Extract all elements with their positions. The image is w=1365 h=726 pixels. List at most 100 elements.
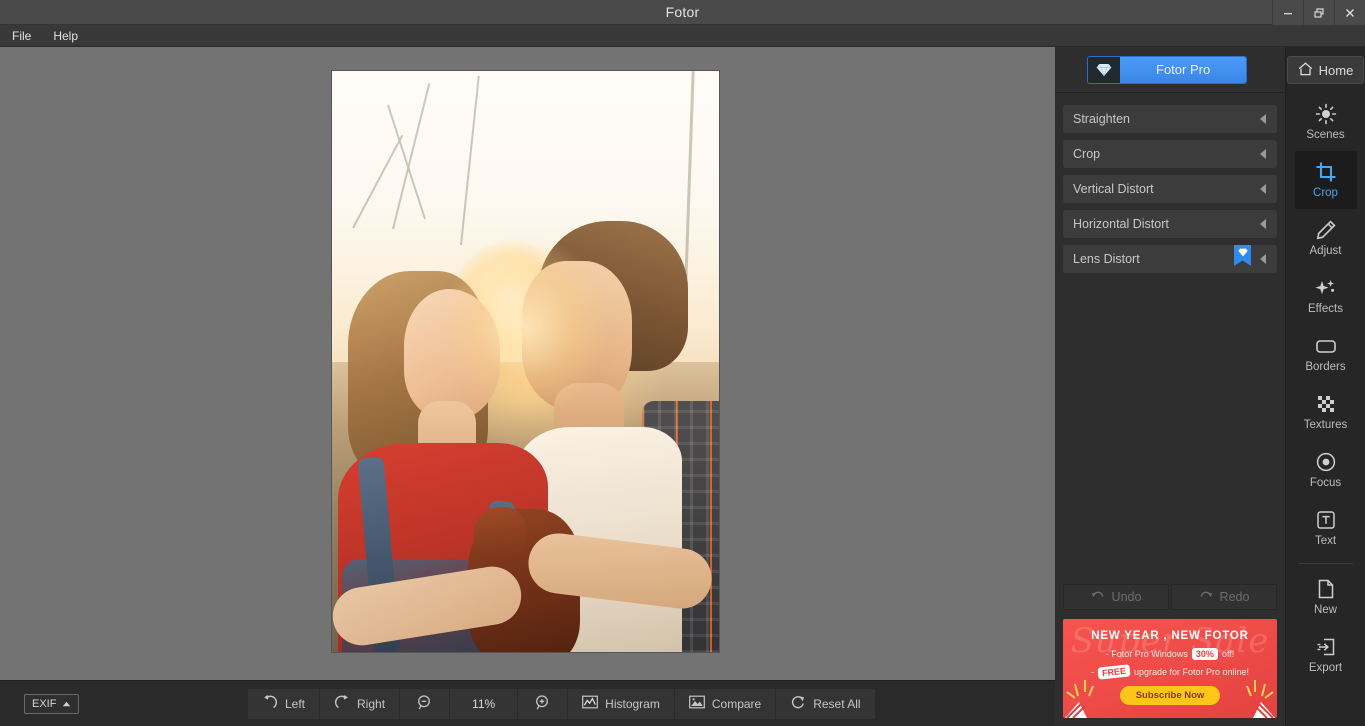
page-icon <box>1315 578 1337 600</box>
canvas-area: EXIF Left Right 11% Histogram Compare Re… <box>0 47 1055 726</box>
menu-item-help[interactable]: Help <box>53 25 90 47</box>
chevron-left-icon <box>1260 114 1266 124</box>
confetti-icon <box>1246 680 1275 718</box>
diamond-icon <box>1088 56 1120 83</box>
fotor-app-window: Fotor File Help EXIF Left Right 11% Hist… <box>0 0 1365 726</box>
title-bar: Fotor <box>0 0 1365 25</box>
chevron-left-icon <box>1260 254 1266 264</box>
zoom-in-button[interactable] <box>518 688 569 719</box>
reset-all-button[interactable]: Reset All <box>776 688 875 719</box>
option-label: Lens Distort <box>1073 252 1140 266</box>
checker-icon <box>1315 393 1337 415</box>
rotate-left-label: Left <box>285 696 306 711</box>
rotate-left-button[interactable]: Left <box>248 688 321 719</box>
tool-label: Scenes <box>1306 129 1345 141</box>
photo-canvas[interactable] <box>332 71 719 652</box>
redo-icon <box>1199 590 1213 605</box>
promo-line2-prefix: - <box>1090 667 1094 677</box>
zoom-out-button[interactable] <box>400 688 451 719</box>
restore-button[interactable] <box>1303 0 1334 25</box>
caret-up-icon <box>62 698 71 710</box>
pro-bar: Fotor Pro <box>1055 47 1285 93</box>
option-row-horizontal-distort[interactable]: Horizontal Distort <box>1063 210 1277 238</box>
rotate-right-icon <box>334 694 350 713</box>
tool-label: Crop <box>1313 187 1338 199</box>
tool-rail: Home Scenes Crop Adjust Effects Borders … <box>1285 47 1365 726</box>
app-body: EXIF Left Right 11% Histogram Compare Re… <box>0 47 1365 726</box>
fotor-pro-label: Fotor Pro <box>1120 56 1247 83</box>
tool-focus[interactable]: Focus <box>1295 441 1357 499</box>
confetti-icon <box>1065 680 1094 718</box>
option-row-lens-distort[interactable]: Lens Distort <box>1063 245 1277 273</box>
redo-label: Redo <box>1219 590 1250 604</box>
subscribe-now-button[interactable]: Subscribe Now <box>1119 686 1221 705</box>
option-row-vertical-distort[interactable]: Vertical Distort <box>1063 175 1277 203</box>
tool-label: Textures <box>1303 419 1348 431</box>
tool-label: Focus <box>1309 477 1342 489</box>
tool-scenes[interactable]: Scenes <box>1295 93 1357 151</box>
option-label: Vertical Distort <box>1073 182 1154 196</box>
promo-line1-suffix: off! <box>1221 649 1235 659</box>
reset-icon <box>790 694 806 713</box>
tool-export[interactable]: Export <box>1295 626 1357 684</box>
promo-free-chip: FREE <box>1097 664 1131 680</box>
reset-all-label: Reset All <box>813 696 861 711</box>
undo-button[interactable]: Undo <box>1063 584 1169 610</box>
undo-icon <box>1091 590 1105 605</box>
tool-text[interactable]: Text <box>1295 499 1357 557</box>
undo-label: Undo <box>1111 590 1142 604</box>
crop-options-list: Straighten Crop Vertical Distort Horizon… <box>1055 93 1285 584</box>
tool-label: Export <box>1308 662 1343 674</box>
option-label: Straighten <box>1073 112 1130 126</box>
tool-effects[interactable]: Effects <box>1295 267 1357 325</box>
home-label: Home <box>1318 62 1354 78</box>
chevron-left-icon <box>1260 184 1266 194</box>
photo-image <box>332 71 719 652</box>
histogram-label: Histogram <box>605 696 660 711</box>
exif-button[interactable]: EXIF <box>24 693 80 714</box>
rotate-left-icon <box>262 694 278 713</box>
promo-line2-suffix: upgrade for Fotor Pro online! <box>1133 667 1250 677</box>
tool-adjust[interactable]: Adjust <box>1295 209 1357 267</box>
compare-label: Compare <box>711 696 762 711</box>
home-icon <box>1298 61 1313 79</box>
page-title: Fotor <box>665 4 700 20</box>
histogram-button[interactable]: Histogram <box>568 688 675 719</box>
promo-banner[interactable]: Super Sale NEW YEAR , NEW FOTOR - Fotor … <box>1063 619 1277 718</box>
chevron-left-icon <box>1260 219 1266 229</box>
window-controls <box>1272 0 1365 25</box>
crop-icon <box>1315 161 1337 183</box>
menu-item-file[interactable]: File <box>12 25 43 47</box>
rotate-right-label: Right <box>357 696 386 711</box>
option-row-crop[interactable]: Crop <box>1063 140 1277 168</box>
options-panel: Fotor Pro Straighten Crop Vertical Disto… <box>1055 47 1285 726</box>
history-bar: Undo Redo <box>1063 584 1277 610</box>
option-row-straighten[interactable]: Straighten <box>1063 105 1277 133</box>
promo-headline: NEW YEAR , NEW FOTOR <box>1091 630 1249 642</box>
view-tool-group: Left Right 11% Histogram Compare Reset A… <box>248 688 875 719</box>
sparkle-icon <box>1314 277 1337 299</box>
minimize-button[interactable] <box>1272 0 1303 25</box>
canvas-stage[interactable] <box>0 47 1055 680</box>
tool-label: Effects <box>1308 303 1343 315</box>
rounded-rect-icon <box>1315 335 1337 357</box>
close-button[interactable] <box>1334 0 1365 25</box>
promo-line-2: - FREE upgrade for Fotor Pro online! <box>1090 664 1250 680</box>
zoom-level-label: 11% <box>450 688 519 719</box>
option-label: Crop <box>1073 147 1101 161</box>
tool-textures[interactable]: Textures <box>1295 383 1357 441</box>
tool-borders[interactable]: Borders <box>1295 325 1357 383</box>
pencil-icon <box>1315 219 1337 241</box>
compare-button[interactable]: Compare <box>674 688 777 719</box>
text-box-icon <box>1315 509 1337 531</box>
tool-new[interactable]: New <box>1295 568 1357 626</box>
tool-crop[interactable]: Crop <box>1294 151 1357 209</box>
fotor-pro-button[interactable]: Fotor Pro <box>1087 55 1248 84</box>
sun-icon <box>1315 103 1337 125</box>
histogram-icon <box>582 695 599 712</box>
rotate-right-button[interactable]: Right <box>320 688 401 719</box>
home-button[interactable]: Home <box>1286 56 1365 84</box>
promo-line1-prefix: - Fotor Pro Windows <box>1105 649 1188 659</box>
redo-button[interactable]: Redo <box>1171 584 1277 610</box>
promo-banner-wrap: Super Sale NEW YEAR , NEW FOTOR - Fotor … <box>1055 610 1285 726</box>
